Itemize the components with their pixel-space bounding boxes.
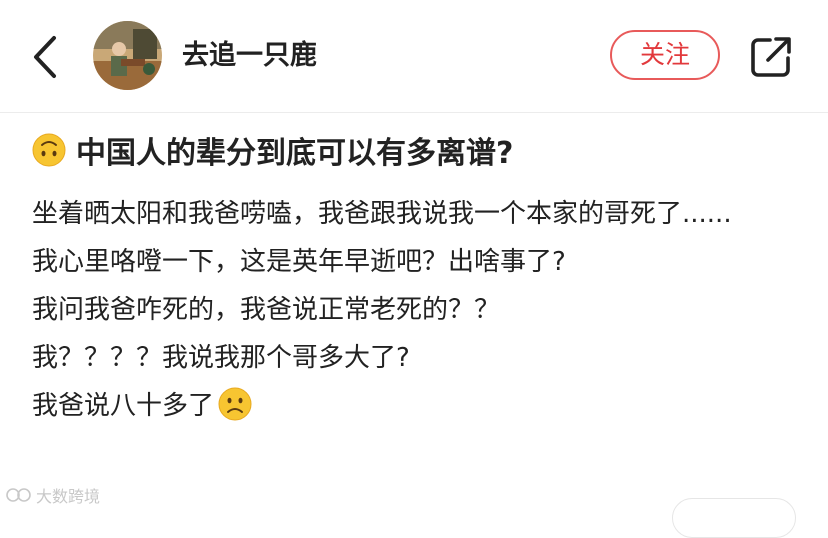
watermark-logo-icon xyxy=(6,488,31,502)
post-body: 坐着晒太阳和我爸唠嗑，我爸跟我说我一个本家的哥死了...... 我心里咯噔一下，… xyxy=(32,190,802,430)
bottom-action-pill[interactable] xyxy=(672,498,796,538)
back-button[interactable] xyxy=(26,32,66,82)
author-avatar[interactable] xyxy=(93,21,162,90)
watermark-text: 大数跨境 xyxy=(36,487,101,506)
chevron-left-icon xyxy=(34,36,56,78)
body-line: 我？？？？我说我那个哥多大了? xyxy=(32,343,410,373)
body-line: 我心里咯噔一下，这是英年早逝吧？出啥事了? xyxy=(32,247,566,277)
body-line-text: 我爸说八十多了 xyxy=(32,391,215,421)
watermark: 大数跨境 xyxy=(6,483,100,507)
post-title: 中国人的辈分到底可以有多离谱? xyxy=(76,136,514,171)
frowning-face-emoji-icon xyxy=(218,387,252,421)
body-line: 坐着晒太阳和我爸唠嗑，我爸跟我说我一个本家的哥死了...... xyxy=(32,199,732,229)
share-external-icon xyxy=(751,37,791,77)
body-line-last: 我爸说八十多了 xyxy=(32,382,802,430)
share-button[interactable] xyxy=(748,34,794,80)
body-line: 我问我爸咋死的，我爸说正常老死的？？ xyxy=(32,295,501,325)
author-name[interactable]: 去追一只鹿 xyxy=(182,36,317,76)
top-bar: 去追一只鹿 关注 xyxy=(0,0,828,113)
upside-down-face-emoji-icon xyxy=(32,133,66,167)
follow-button[interactable]: 关注 xyxy=(610,30,720,80)
post-title-row: 中国人的辈分到底可以有多离谱? xyxy=(32,126,513,174)
